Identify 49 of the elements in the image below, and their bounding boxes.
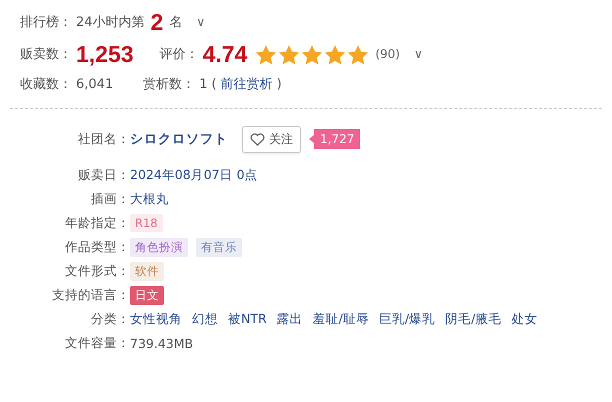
- star-icon: [347, 44, 370, 64]
- star-icon: [255, 44, 278, 64]
- reviews-count: 1: [199, 76, 208, 92]
- detail-link[interactable]: 2024年08月07日 0点: [130, 166, 258, 184]
- genre-link[interactable]: 幻想: [192, 310, 218, 328]
- field-label: 分类：: [90, 310, 130, 328]
- genre-link[interactable]: 露出: [276, 310, 303, 328]
- detail-link[interactable]: 大根丸: [130, 190, 169, 208]
- expand-toggle[interactable]: ∨: [192, 15, 210, 29]
- heart-icon: [250, 132, 265, 146]
- field-label: 贩卖日：: [77, 166, 130, 184]
- favorites-label: 收藏数：: [20, 76, 72, 93]
- field-label: 社团名：: [77, 130, 130, 148]
- genre-link[interactable]: 被NTR: [228, 310, 267, 328]
- follow-button[interactable]: 关注: [242, 126, 301, 152]
- tag[interactable]: 角色扮演: [130, 238, 188, 256]
- ranking-label: 排行榜：: [20, 14, 72, 31]
- expand-toggle[interactable]: ∨: [410, 47, 427, 61]
- field-label: 年龄指定：: [64, 214, 130, 232]
- follower-count-badge: 1,727: [309, 129, 360, 149]
- sales-count: 1,253: [76, 40, 134, 68]
- ranking-suffix: 名: [169, 14, 182, 31]
- field-label: 插画：: [90, 190, 130, 208]
- circle-link[interactable]: シロクロソフト: [130, 130, 228, 148]
- star-icon: [324, 44, 346, 64]
- paren: ): [276, 76, 282, 92]
- rating-label: 评价：: [160, 46, 199, 63]
- reviews-link[interactable]: 前往赏析: [220, 75, 273, 93]
- tag[interactable]: 日文: [130, 286, 164, 304]
- field-label: 文件形式：: [64, 262, 130, 280]
- ranking-prefix: 24小时内第: [76, 14, 145, 31]
- field-label: 文件容量：: [64, 334, 130, 352]
- sales-label: 贩卖数：: [20, 46, 72, 63]
- star-icon: [278, 44, 300, 64]
- paren: (: [212, 76, 217, 92]
- field-label: 支持的语言：: [51, 286, 130, 304]
- favorites-count: 6,041: [76, 76, 114, 92]
- genre-link[interactable]: 处女: [511, 310, 538, 328]
- reviews-label: 赏析数：: [143, 76, 196, 93]
- genre-link[interactable]: 阴毛/腋毛: [445, 310, 502, 328]
- star-icon: [301, 44, 324, 64]
- rank-number: 2: [150, 8, 164, 36]
- rating-count: (90): [375, 47, 400, 61]
- genre-link[interactable]: 女性视角: [130, 310, 182, 328]
- rating-value: 4.74: [202, 40, 248, 68]
- genre-link[interactable]: 巨乳/爆乳: [378, 310, 436, 328]
- genre-link[interactable]: 羞耻/耻辱: [312, 310, 369, 328]
- field-value: 739.43MB: [130, 336, 194, 350]
- field-label: 作品类型：: [64, 238, 130, 256]
